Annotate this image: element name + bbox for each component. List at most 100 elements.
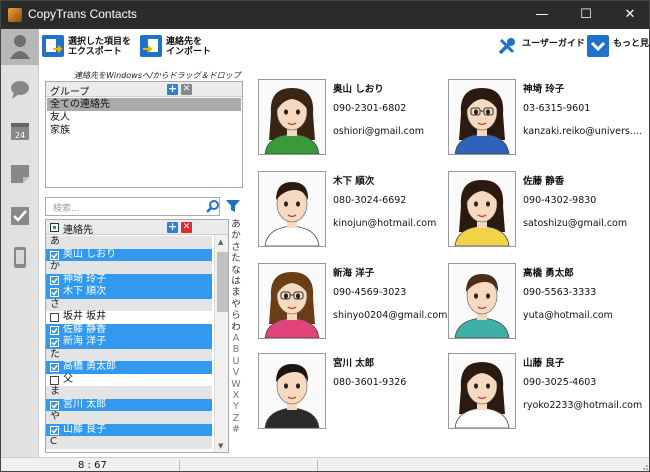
- export-label: 選択した項目を エクスポート: [68, 37, 132, 57]
- section-header: さ: [46, 298, 212, 311]
- group-item-family[interactable]: 家族: [47, 124, 241, 137]
- contact-row[interactable]: 坂井 坂井: [46, 311, 212, 324]
- contact-checkbox[interactable]: [50, 363, 59, 372]
- search-input[interactable]: 検索...: [45, 197, 220, 216]
- groups-header-label: グループ: [50, 87, 90, 98]
- window-title: CopyTrans Contacts: [28, 7, 137, 21]
- contact-card-phone: 090-4302-9830: [523, 195, 597, 206]
- nav-messages[interactable]: [1, 71, 39, 107]
- contact-card[interactable]: 宮川 太郎 080-3601-9326: [258, 353, 446, 429]
- nav-contacts[interactable]: [1, 29, 39, 65]
- contact-checkbox[interactable]: [50, 425, 59, 435]
- tools-icon: [496, 35, 518, 57]
- alphabet-index-letter[interactable]: た: [229, 253, 243, 264]
- alphabet-index-letter[interactable]: V: [229, 367, 243, 378]
- contact-photo: [448, 353, 516, 429]
- contact-checkbox[interactable]: [50, 325, 59, 335]
- scroll-up-icon[interactable]: ▲: [218, 238, 223, 246]
- more-button[interactable]: もっと見る: [587, 33, 649, 59]
- import-icon: [140, 35, 162, 57]
- alphabet-index-letter[interactable]: A: [229, 333, 243, 344]
- delete-group-icon[interactable]: ✕: [181, 84, 192, 95]
- contact-card[interactable]: 奥山 しおり 090-2301-6802 oshiori@gmail.com: [258, 79, 446, 155]
- checklist-icon: [11, 207, 29, 225]
- group-item-friends[interactable]: 友人: [47, 111, 241, 124]
- contact-card[interactable]: 新海 洋子 090-4569-3023 shinyo0204@gmail.com: [258, 263, 447, 339]
- section-header: た: [46, 348, 212, 361]
- contact-row[interactable]: 新海 洋子: [46, 336, 212, 349]
- filter-icon[interactable]: [224, 197, 242, 215]
- close-button[interactable]: ✕: [609, 1, 649, 29]
- alphabet-index-letter[interactable]: あ: [229, 219, 243, 230]
- section-header: や: [46, 411, 212, 424]
- contact-card[interactable]: 高橋 勇太郎 090-5563-3333 yuta@hotmail.com: [448, 263, 636, 339]
- contact-name: 山藤 良子: [63, 423, 107, 435]
- alphabet-index-letter[interactable]: #: [229, 424, 243, 435]
- alphabet-index-letter[interactable]: や: [229, 299, 243, 310]
- search-icon[interactable]: [205, 199, 220, 214]
- alphabet-index-letter[interactable]: わ: [229, 322, 243, 333]
- contact-name: 木下 順次: [63, 286, 107, 297]
- contact-checkbox[interactable]: [50, 313, 59, 322]
- alphabet-index-letter[interactable]: U: [229, 356, 243, 367]
- scroll-thumb[interactable]: [217, 252, 228, 312]
- contact-checkbox[interactable]: [50, 250, 59, 260]
- contact-checkbox[interactable]: [50, 338, 59, 347]
- contact-card-name: 山藤 良子: [523, 358, 565, 369]
- group-item-all[interactable]: 全ての連絡先: [47, 98, 241, 111]
- nav-tasks[interactable]: [1, 197, 39, 233]
- alphabet-index-letter[interactable]: W: [229, 379, 243, 390]
- contact-checkbox[interactable]: [50, 288, 59, 297]
- contact-card[interactable]: 神埼 玲子 03-6315-9601 kanzaki.reiko@univers..…: [448, 79, 642, 155]
- minimize-button[interactable]: —: [521, 1, 563, 29]
- maximize-button[interactable]: ☐: [565, 1, 607, 29]
- more-label: もっと見る: [613, 39, 650, 49]
- svg-text:24: 24: [15, 131, 25, 140]
- alphabet-index-letter[interactable]: か: [229, 230, 243, 241]
- contact-card-phone: 090-2301-6802: [333, 103, 407, 114]
- contact-row[interactable]: 木下 順次: [46, 286, 212, 299]
- contact-name: 神埼 玲子: [63, 273, 107, 285]
- nav-device[interactable]: [1, 239, 39, 275]
- delete-contact-icon[interactable]: ✕: [181, 222, 192, 233]
- contact-card[interactable]: 木下 順次 080-3024-6692 kinojun@hotmail.com: [258, 171, 446, 247]
- section-header: C: [46, 436, 212, 449]
- select-all-checkbox[interactable]: [50, 223, 59, 232]
- nav-calendar[interactable]: 24: [1, 113, 39, 149]
- contact-row[interactable]: 佐藤 静香: [46, 323, 212, 336]
- groups-panel: グループ + ✕ 全ての連絡先 友人 家族: [45, 81, 243, 188]
- import-button[interactable]: 連絡先を インポート: [140, 33, 220, 59]
- alphabet-index-letter[interactable]: ま: [229, 287, 243, 298]
- contact-row[interactable]: 奥山 しおり: [46, 248, 212, 261]
- resize-grip-icon[interactable]: [640, 462, 648, 470]
- contact-row[interactable]: 山藤 良子: [46, 423, 212, 436]
- export-button[interactable]: 選択した項目を エクスポート: [42, 33, 137, 59]
- alphabet-index-letter[interactable]: さ: [229, 242, 243, 253]
- contact-card[interactable]: 山藤 良子 090-3025-4603 ryoko2233@hotmail.com: [448, 353, 642, 429]
- contact-card-email: ryoko2233@hotmail.com: [523, 400, 643, 411]
- contact-checkbox[interactable]: [50, 400, 59, 410]
- contact-card-name: 奥山 しおり: [333, 84, 384, 95]
- alphabet-index-letter[interactable]: Y: [229, 401, 243, 412]
- scroll-down-icon[interactable]: ▼: [218, 442, 223, 450]
- section-header: ま: [46, 386, 212, 399]
- alphabet-index-letter[interactable]: Z: [229, 413, 243, 424]
- contact-row[interactable]: 宮川 太郎: [46, 398, 212, 411]
- user-guide-button[interactable]: ユーザーガイド: [496, 33, 585, 59]
- contact-row[interactable]: 父: [46, 374, 212, 387]
- alphabet-index-letter[interactable]: な: [229, 265, 243, 276]
- contact-card[interactable]: 佐藤 静香 090-4302-9830 satoshizu@gmail.com: [448, 171, 636, 247]
- alphabet-index-letter[interactable]: ら: [229, 310, 243, 321]
- alphabet-index-letter[interactable]: は: [229, 276, 243, 287]
- contact-checkbox[interactable]: [50, 375, 59, 385]
- alphabet-index-letter[interactable]: B: [229, 344, 243, 355]
- title-bar[interactable]: CopyTrans Contacts — ☐ ✕: [1, 1, 649, 29]
- add-group-icon[interactable]: +: [167, 83, 178, 95]
- contact-row[interactable]: 神埼 玲子: [46, 273, 212, 286]
- nav-notes[interactable]: [1, 155, 39, 191]
- add-contact-icon[interactable]: +: [167, 221, 178, 233]
- contact-row[interactable]: 高橋 勇太郎: [46, 361, 212, 374]
- contacts-scrollbar[interactable]: ▲ ▼: [214, 235, 228, 452]
- contact-checkbox[interactable]: [50, 275, 59, 285]
- alphabet-index-letter[interactable]: X: [229, 390, 243, 401]
